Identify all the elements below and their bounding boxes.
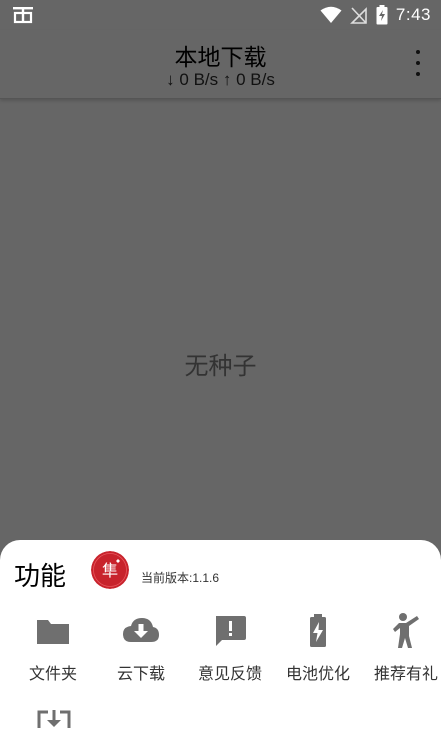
- download-box-icon[interactable]: [36, 708, 72, 728]
- transfer-speed: ↓ 0 B/s ↑ 0 B/s: [166, 70, 275, 89]
- clock-time: 7:43: [395, 5, 431, 24]
- feedback-button[interactable]: 意见反馈: [186, 612, 274, 684]
- cloud-download-icon: [123, 618, 159, 642]
- no-signal-icon: [349, 7, 367, 24]
- logo-glyph: 隼: [102, 561, 118, 580]
- battery-charging-icon: [376, 5, 388, 25]
- version-text: 当前版本:1.1.6: [141, 571, 220, 585]
- person-icon: [393, 613, 419, 648]
- app-notification-icon: [13, 7, 33, 24]
- cloud-download-button[interactable]: 云下载: [97, 612, 185, 684]
- battery-optimize-button[interactable]: 电池优化: [274, 612, 362, 684]
- feedback-label: 意见反馈: [197, 664, 262, 683]
- status-icons: 7:43: [320, 5, 431, 25]
- wifi-icon: [320, 6, 342, 23]
- folder-icon: [37, 620, 69, 644]
- feedback-icon: [216, 616, 246, 646]
- cloud-download-label: 云下载: [116, 664, 165, 683]
- more-vert-icon[interactable]: [413, 50, 423, 76]
- sheet-title: 功能: [14, 562, 67, 592]
- referral-button[interactable]: 推荐有礼: [362, 612, 441, 684]
- page-title: 本地下载: [174, 45, 267, 71]
- status-bar: 7:43: [0, 0, 441, 30]
- battery-charging-icon: [310, 614, 326, 647]
- empty-state-text: 无种子: [184, 352, 257, 380]
- referral-label: 推荐有礼: [373, 664, 438, 683]
- battery-optimize-label: 电池优化: [285, 664, 350, 683]
- folder-button[interactable]: 文件夹: [9, 612, 97, 684]
- folder-label: 文件夹: [28, 664, 77, 683]
- app-bar: 本地下载 ↓ 0 B/s ↑ 0 B/s: [0, 30, 441, 99]
- app-logo: 隼: [91, 551, 129, 589]
- function-bottom-sheet: 功能 隼 当前版本:1.1.6 文件夹 云下载 意见反馈 电池优化 推荐有礼: [0, 540, 441, 740]
